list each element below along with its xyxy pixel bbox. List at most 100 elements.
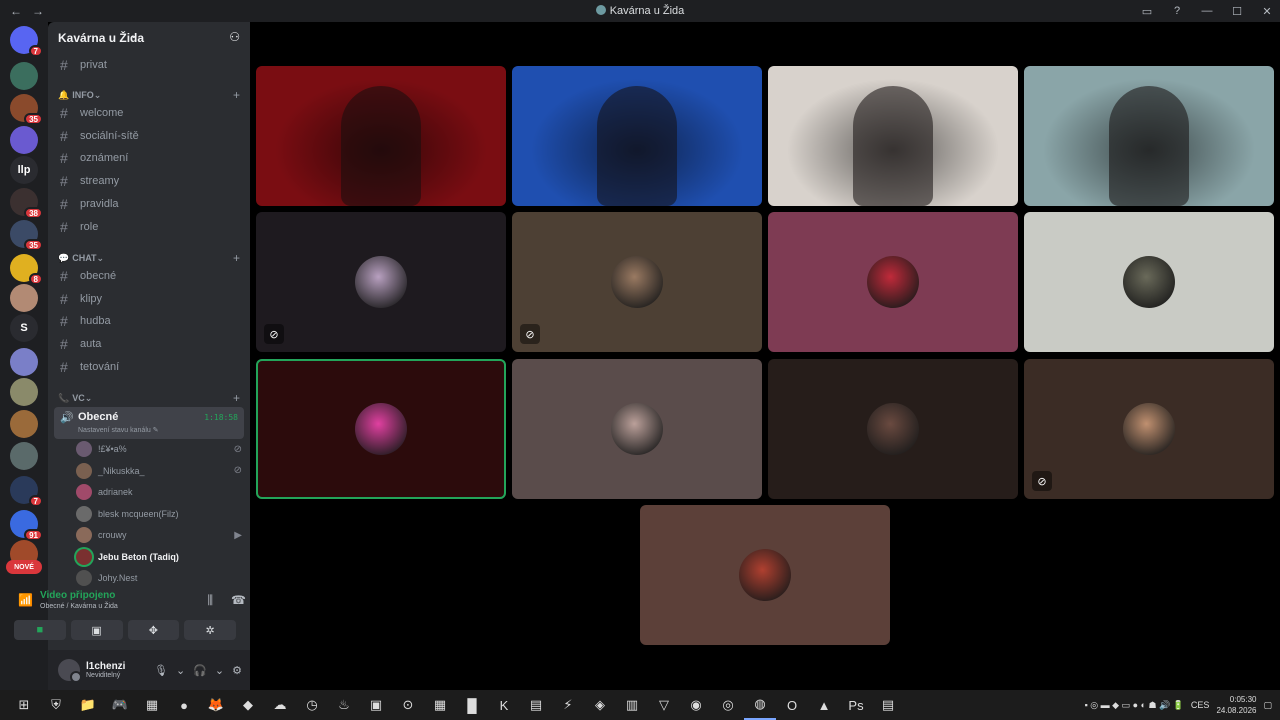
- taskbar-app-icon[interactable]: 🎮: [104, 690, 136, 720]
- taskbar-app-icon[interactable]: 🦊: [200, 690, 232, 720]
- help-icon[interactable]: ?: [1170, 5, 1184, 17]
- server-icon[interactable]: 8: [10, 254, 43, 285]
- category-chat[interactable]: 💬 CHAT ⌄ +: [58, 251, 240, 265]
- close-icon[interactable]: ✕: [1260, 5, 1274, 18]
- taskbar-app-icon[interactable]: ▦: [136, 690, 168, 720]
- camera-button[interactable]: ■: [14, 620, 66, 640]
- category-info[interactable]: 🔔 INFO ⌄ +: [58, 88, 240, 102]
- server-icon[interactable]: [10, 126, 38, 154]
- screen-share-button[interactable]: ▣: [70, 620, 123, 640]
- disconnect-icon[interactable]: ☎: [231, 593, 246, 608]
- taskbar-app-icon[interactable]: ⚡: [552, 690, 584, 720]
- voice-member[interactable]: !£¥•a% ⊘: [76, 439, 242, 459]
- channel-privat[interactable]: # privat: [54, 55, 242, 75]
- participant-tile[interactable]: [1024, 212, 1274, 352]
- video-feed-tile[interactable]: [256, 66, 506, 206]
- add-channel-icon[interactable]: +: [233, 251, 240, 265]
- video-feed-tile[interactable]: [512, 66, 762, 206]
- server-icon[interactable]: 35: [10, 220, 43, 251]
- taskbar-app-icon[interactable]: ◆: [232, 690, 264, 720]
- video-feed-tile[interactable]: [1024, 66, 1274, 206]
- participant-tile[interactable]: ⊘: [256, 212, 506, 352]
- server-icon[interactable]: 35: [10, 94, 43, 125]
- server-icon[interactable]: 38: [10, 188, 43, 219]
- participant-tile[interactable]: ⊘: [512, 212, 762, 352]
- voice-channel-obecne[interactable]: 🔊 Obecné 1:18:58 Nastavení stavu kanálu …: [54, 407, 244, 439]
- channel-welcome[interactable]: # welcome: [54, 103, 242, 123]
- channel-streamy[interactable]: # streamy: [54, 171, 242, 191]
- voice-member[interactable]: blesk mcqueen(Filz): [76, 504, 242, 524]
- taskbar-app-icon[interactable]: ▲: [808, 690, 840, 720]
- soundboard-button[interactable]: ✲: [184, 620, 236, 640]
- taskbar-app-icon[interactable]: █: [456, 690, 488, 720]
- taskbar-app-icon[interactable]: ▦: [424, 690, 456, 720]
- tray-icons[interactable]: ▪ ◎ ▬ ◆ ▭ ● ◐ ☗ 🔊 🔋: [1085, 700, 1184, 711]
- server-icon[interactable]: [10, 378, 38, 406]
- channel-klipy[interactable]: # klipy: [54, 289, 242, 309]
- clock[interactable]: 0:05:30 24.08.2026: [1216, 694, 1256, 716]
- channel-obecn-[interactable]: # obecné: [54, 266, 242, 286]
- chevron-down-icon[interactable]: ⌄: [176, 664, 185, 677]
- server-icon[interactable]: [10, 284, 38, 312]
- taskbar-app-icon[interactable]: ♨: [328, 690, 360, 720]
- participant-tile[interactable]: [768, 359, 1018, 499]
- participant-tile[interactable]: [512, 359, 762, 499]
- taskbar-app-icon[interactable]: O: [776, 690, 808, 720]
- taskbar-app-icon[interactable]: ◉: [680, 690, 712, 720]
- server-icon[interactable]: S: [10, 314, 38, 342]
- server-icon[interactable]: 7: [10, 26, 43, 57]
- voice-status[interactable]: Video připojeno: [40, 590, 115, 601]
- taskbar-app-icon[interactable]: ▤: [872, 690, 904, 720]
- start-icon[interactable]: ⊞: [8, 690, 40, 720]
- taskbar-app-icon[interactable]: ▽: [648, 690, 680, 720]
- voice-member[interactable]: crouwy ▶: [76, 525, 242, 545]
- guild-header[interactable]: Kavárna u Žida ⌄ ⚇: [48, 22, 250, 54]
- server-icon[interactable]: [10, 348, 38, 376]
- taskbar-app-icon[interactable]: ◎: [712, 690, 744, 720]
- channel-soci-ln-s-t-[interactable]: # sociální-sítě: [54, 126, 242, 146]
- avatar[interactable]: [58, 659, 82, 683]
- taskbar-app-icon[interactable]: ⊙: [392, 690, 424, 720]
- taskbar-app-icon[interactable]: ◷: [296, 690, 328, 720]
- server-icon[interactable]: [10, 62, 38, 90]
- server-icon[interactable]: llp: [10, 156, 38, 184]
- new-badge[interactable]: NOVÉ: [6, 560, 42, 574]
- channel-hudba[interactable]: # hudba: [54, 311, 242, 331]
- channel-ozn-men-[interactable]: # oznámení: [54, 148, 242, 168]
- forward-arrow-icon[interactable]: →: [32, 4, 44, 18]
- category-vc[interactable]: 📞 VC ⌄ +: [58, 391, 240, 405]
- language-indicator[interactable]: CES: [1191, 700, 1210, 710]
- microphone-icon[interactable]: 🎙: [154, 664, 168, 677]
- server-icon[interactable]: 91: [10, 510, 43, 541]
- gear-icon[interactable]: ⚙: [232, 664, 242, 677]
- minimize-icon[interactable]: —: [1200, 5, 1214, 17]
- server-icon[interactable]: [10, 410, 38, 438]
- back-arrow-icon[interactable]: ←: [10, 4, 22, 18]
- taskbar-app-icon[interactable]: ◈: [584, 690, 616, 720]
- server-icon[interactable]: 7: [10, 476, 43, 507]
- taskbar-app-icon[interactable]: ⛨: [40, 690, 72, 720]
- add-channel-icon[interactable]: +: [233, 391, 240, 405]
- taskbar-app-icon[interactable]: ◍: [744, 690, 776, 720]
- taskbar-app-icon[interactable]: ▥: [616, 690, 648, 720]
- voice-member[interactable]: Jebu Beton (Tadiq): [76, 547, 242, 567]
- add-channel-icon[interactable]: +: [233, 88, 240, 102]
- chevron-down-icon[interactable]: ⌄: [215, 664, 224, 677]
- noise-suppression-icon[interactable]: ⫼: [208, 593, 214, 608]
- video-feed-tile[interactable]: [768, 66, 1018, 206]
- taskbar-app-icon[interactable]: ☁: [264, 690, 296, 720]
- participant-tile[interactable]: [640, 505, 890, 645]
- channel-status[interactable]: Nastavení stavu kanálu ✎: [78, 426, 159, 434]
- participant-tile[interactable]: [256, 359, 506, 499]
- taskbar-app-icon[interactable]: ●: [168, 690, 200, 720]
- inbox-icon[interactable]: ▭: [1140, 5, 1154, 18]
- headphones-icon[interactable]: 🎧: [193, 664, 207, 677]
- taskbar-app-icon[interactable]: ▤: [520, 690, 552, 720]
- participant-tile[interactable]: [768, 212, 1018, 352]
- server-icon[interactable]: [10, 442, 38, 470]
- taskbar-app-icon[interactable]: 📁: [72, 690, 104, 720]
- activities-button[interactable]: ✥: [127, 620, 180, 640]
- notification-icon[interactable]: ▢: [1263, 700, 1272, 711]
- maximize-icon[interactable]: ☐: [1230, 5, 1244, 18]
- channel-auta[interactable]: # auta: [54, 334, 242, 354]
